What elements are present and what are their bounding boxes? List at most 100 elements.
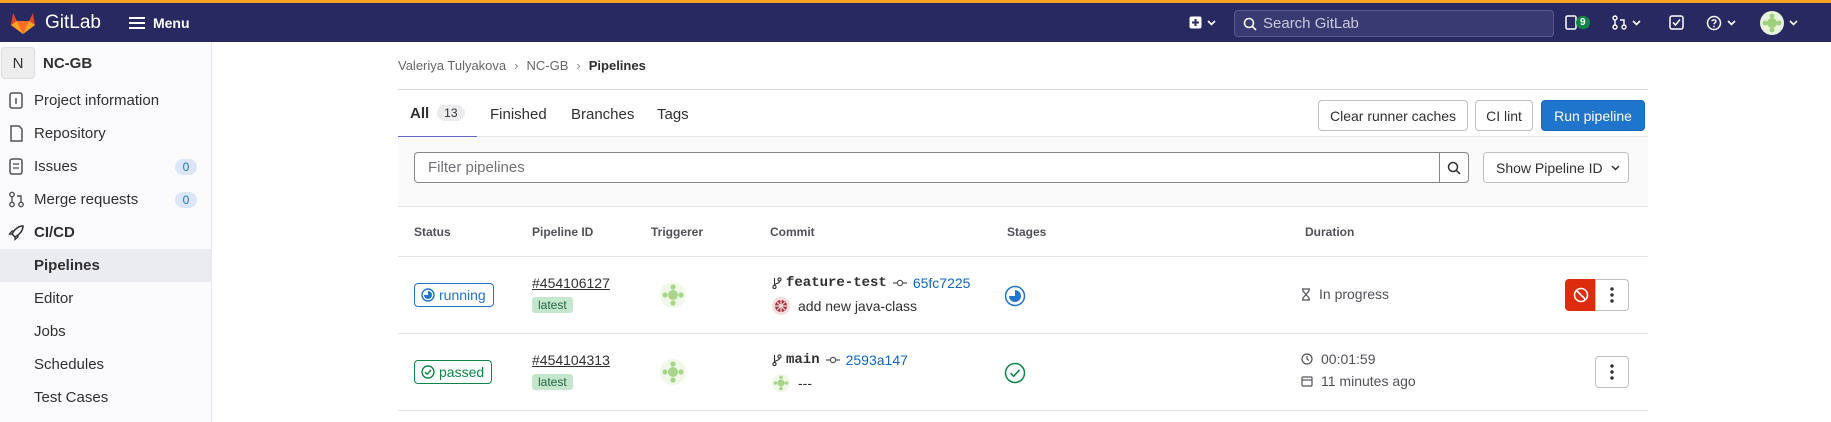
ci-lint-button[interactable]: CI lint — [1475, 100, 1533, 131]
branch-name-link[interactable]: feature-test — [786, 275, 887, 291]
author-avatar-icon[interactable] — [772, 297, 790, 315]
todos-link[interactable] — [1669, 15, 1684, 30]
column-header-pipeline-id: Pipeline ID — [532, 225, 594, 239]
sidebar-item-label: Pipelines — [34, 257, 100, 274]
status-badge[interactable]: passed — [414, 360, 493, 384]
commit-message: add new java-class — [772, 297, 917, 315]
tab-branches[interactable]: Branches — [571, 90, 634, 138]
tab-label: Tags — [657, 105, 689, 123]
triggerer-avatar-icon[interactable] — [660, 359, 686, 385]
status-badge[interactable]: running — [414, 283, 494, 307]
breadcrumb-current[interactable]: Pipelines — [589, 58, 646, 73]
commit-message: --- — [772, 374, 812, 392]
sidebar-item-jobs[interactable]: Jobs — [0, 315, 211, 348]
commit-sha-link[interactable]: 2593a147 — [846, 352, 908, 368]
hamburger-icon — [128, 16, 145, 29]
more-actions-button[interactable] — [1595, 356, 1629, 388]
sidebar-project-link[interactable]: N NC-GB — [0, 42, 211, 84]
table-row: passed #454104313 latest main 2593a147 -… — [398, 334, 1648, 411]
rocket-icon — [8, 225, 24, 241]
sidebar-item-repository[interactable]: Repository — [0, 117, 211, 150]
stage-running-icon[interactable] — [1004, 285, 1026, 307]
column-header-status: Status — [414, 225, 451, 239]
run-pipeline-button[interactable]: Run pipeline — [1541, 100, 1645, 131]
plus-square-icon — [1189, 16, 1202, 29]
branch-icon — [772, 277, 782, 289]
question-icon — [1706, 15, 1722, 31]
commit-sha-link[interactable]: 65fc7225 — [913, 275, 971, 291]
column-header-stages: Stages — [1007, 225, 1047, 239]
sidebar-item-label: CI/CD — [34, 224, 75, 241]
commit-title-link[interactable]: --- — [798, 375, 812, 391]
search-box[interactable] — [1234, 10, 1554, 37]
branch-name-link[interactable]: main — [786, 352, 820, 368]
sidebar-item-label: Issues — [34, 158, 78, 175]
gitlab-logo-icon — [11, 12, 35, 34]
commit-title-link[interactable]: add new java-class — [798, 298, 917, 314]
tab-label: All — [410, 104, 430, 122]
sidebar-item-test-cases[interactable]: Test Cases — [0, 381, 211, 414]
top-navbar: GitLab Menu 9 — [0, 3, 1831, 42]
project-name: NC-GB — [43, 54, 93, 72]
pipeline-id-link[interactable]: #454104313 — [532, 352, 610, 368]
sidebar-item-editor[interactable]: Editor — [0, 282, 211, 315]
table-row: running #454106127 latest feature-test 6… — [398, 257, 1648, 334]
stage-passed-icon[interactable] — [1004, 362, 1026, 384]
sidebar-item-merge-requests[interactable]: Merge requests 0 — [0, 183, 211, 216]
cancel-pipeline-button[interactable] — [1565, 279, 1596, 311]
search-input[interactable] — [1263, 15, 1543, 32]
tab-finished[interactable]: Finished — [490, 90, 547, 138]
sidebar-item-issues[interactable]: Issues 0 — [0, 150, 211, 183]
user-menu-dropdown[interactable] — [1760, 11, 1798, 35]
breadcrumb: Valeriya Tulyakova › NC-GB › Pipelines — [398, 42, 1648, 89]
gitlab-home-link[interactable]: GitLab — [10, 3, 101, 42]
latest-badge: latest — [532, 374, 573, 390]
main-content: Valeriya Tulyakova › NC-GB › Pipelines A… — [398, 42, 1648, 411]
hourglass-icon — [1302, 287, 1310, 301]
sidebar-item-cicd[interactable]: CI/CD — [0, 216, 211, 249]
merge-requests-dropdown[interactable] — [1612, 15, 1641, 30]
cancel-icon — [1573, 287, 1588, 303]
tab-label: Branches — [571, 105, 635, 123]
clear-runner-caches-button[interactable]: Clear runner caches — [1318, 100, 1468, 131]
chevron-down-icon — [1632, 19, 1641, 26]
column-header-duration: Duration — [1305, 225, 1355, 239]
filter-pipelines-input[interactable] — [414, 152, 1440, 183]
chevron-down-icon — [1611, 164, 1620, 171]
status-label: passed — [439, 364, 485, 380]
sidebar-item-project-information[interactable]: Project information — [0, 84, 211, 117]
menu-label: Menu — [152, 14, 190, 31]
menu-button[interactable]: Menu — [128, 14, 190, 31]
tab-all[interactable]: All 13 — [398, 90, 477, 138]
merge-requests-count-badge: 0 — [175, 191, 197, 208]
chevron-down-icon — [1727, 20, 1736, 26]
finished-cell: 11 minutes ago — [1301, 373, 1416, 389]
brand-name: GitLab — [45, 11, 101, 33]
column-header-commit: Commit — [770, 225, 815, 239]
more-actions-button[interactable] — [1595, 279, 1629, 311]
chevron-down-icon — [1207, 19, 1216, 26]
breadcrumb-project-link[interactable]: NC-GB — [527, 58, 569, 73]
pipeline-tabs: All 13 Finished Branches Tags Clear runn… — [398, 89, 1648, 138]
breadcrumb-separator: › — [576, 58, 581, 73]
tab-label: Finished — [490, 105, 547, 123]
triggerer-avatar-icon[interactable] — [660, 282, 686, 308]
sidebar-item-schedules[interactable]: Schedules — [0, 348, 211, 381]
new-dropdown[interactable] — [1189, 16, 1216, 29]
search-icon — [1447, 161, 1461, 175]
filter-search-button[interactable] — [1439, 152, 1469, 183]
commit-ref: main 2593a147 — [772, 352, 908, 368]
project-avatar: N — [1, 47, 35, 79]
author-avatar-icon[interactable] — [772, 374, 790, 392]
sidebar-item-pipelines[interactable]: Pipelines — [0, 249, 211, 282]
sidebar-item-label: Project information — [34, 92, 160, 109]
show-pipeline-id-dropdown[interactable]: Show Pipeline ID — [1483, 152, 1629, 183]
duration-text: 00:01:59 — [1321, 351, 1376, 367]
breadcrumb-user-link[interactable]: Valeriya Tulyakova — [398, 58, 506, 73]
tab-tags[interactable]: Tags — [657, 90, 689, 138]
issues-nav-link[interactable]: 9 — [1565, 15, 1590, 30]
timer-icon — [1301, 353, 1313, 365]
pipeline-id-link[interactable]: #454106127 — [532, 275, 610, 291]
sidebar-item-label: Editor — [34, 290, 74, 307]
help-dropdown[interactable] — [1706, 15, 1736, 31]
